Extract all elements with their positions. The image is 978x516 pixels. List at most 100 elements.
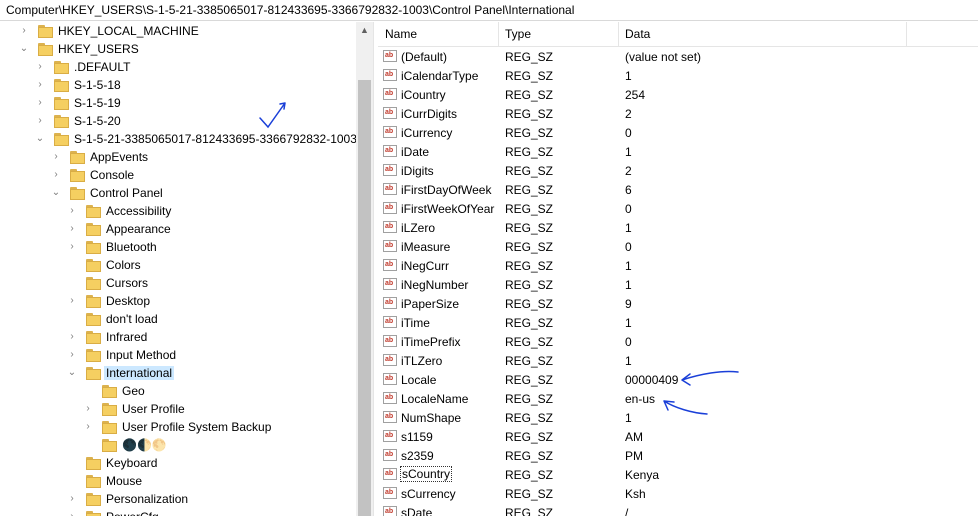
address-bar[interactable]: Computer\HKEY_USERS\S-1-5-21-3385065017-…: [0, 0, 978, 21]
chevron-right-icon[interactable]: ›: [34, 58, 46, 76]
tree-item[interactable]: › Desktop: [0, 292, 356, 310]
tree-item[interactable]: › S-1-5-19: [0, 94, 356, 112]
tree-scrollbar[interactable]: ▲: [356, 22, 373, 516]
chevron-right-icon[interactable]: ›: [34, 76, 46, 94]
tree-item-label: PowerCfg: [106, 510, 159, 516]
chevron-right-icon[interactable]: ›: [66, 292, 78, 310]
value-row[interactable]: ab sCountry REG_SZ Kenya: [378, 465, 978, 484]
tree-item[interactable]: › Bluetooth: [0, 238, 356, 256]
tree-item[interactable]: › AppEvents: [0, 148, 356, 166]
folder-icon: [86, 474, 101, 488]
value-data: 1: [625, 316, 632, 330]
value-row[interactable]: ab iTLZero REG_SZ 1: [378, 351, 978, 370]
folder-icon: [86, 492, 101, 506]
chevron-down-icon[interactable]: ⌄: [34, 130, 46, 148]
tree-item[interactable]: ⌄ HKEY_USERS: [0, 40, 356, 58]
value-name: s2359: [401, 449, 434, 463]
chevron-right-icon[interactable]: ›: [82, 400, 94, 418]
column-header-type[interactable]: Type: [505, 27, 531, 41]
value-row[interactable]: ab iNegCurr REG_SZ 1: [378, 256, 978, 275]
chevron-right-icon[interactable]: ›: [66, 202, 78, 220]
tree-item[interactable]: ⌄ S-1-5-21-3385065017-812433695-336679283…: [0, 130, 356, 148]
value-row[interactable]: ab iCalendarType REG_SZ 1: [378, 66, 978, 85]
tree-item[interactable]: › Console: [0, 166, 356, 184]
chevron-right-icon[interactable]: ›: [66, 220, 78, 238]
value-row[interactable]: ab iTime REG_SZ 1: [378, 313, 978, 332]
value-row[interactable]: ab iDigits REG_SZ 2: [378, 161, 978, 180]
tree-item[interactable]: › User Profile System Backup: [0, 418, 356, 436]
tree-item[interactable]: 🌑🌓🌕: [0, 436, 356, 454]
tree-item[interactable]: › PowerCfg: [0, 508, 356, 516]
tree-item[interactable]: don't load: [0, 310, 356, 328]
value-row[interactable]: ab sCurrency REG_SZ Ksh: [378, 484, 978, 503]
value-name: iFirstDayOfWeek: [401, 183, 492, 197]
tree-item[interactable]: ⌄ International: [0, 364, 356, 382]
tree-item[interactable]: › Personalization: [0, 490, 356, 508]
value-row[interactable]: ab iFirstDayOfWeek REG_SZ 6: [378, 180, 978, 199]
tree-item[interactable]: › User Profile: [0, 400, 356, 418]
value-row[interactable]: ab iCurrency REG_SZ 0: [378, 123, 978, 142]
tree-item[interactable]: › S-1-5-18: [0, 76, 356, 94]
value-row[interactable]: ab Locale REG_SZ 00000409: [378, 370, 978, 389]
tree-item[interactable]: Keyboard: [0, 454, 356, 472]
value-row[interactable]: ab iFirstWeekOfYear REG_SZ 0: [378, 199, 978, 218]
chevron-right-icon[interactable]: ›: [66, 508, 78, 516]
tree-item[interactable]: Mouse: [0, 472, 356, 490]
column-divider[interactable]: [498, 22, 499, 46]
value-row[interactable]: ab iTimePrefix REG_SZ 0: [378, 332, 978, 351]
value-row[interactable]: ab iNegNumber REG_SZ 1: [378, 275, 978, 294]
value-row[interactable]: ab iDate REG_SZ 1: [378, 142, 978, 161]
value-data: 2: [625, 164, 632, 178]
folder-icon: [86, 276, 101, 290]
value-row[interactable]: ab s1159 REG_SZ AM: [378, 427, 978, 446]
tree-item[interactable]: Cursors: [0, 274, 356, 292]
chevron-right-icon[interactable]: ›: [34, 94, 46, 112]
value-name: iNegCurr: [401, 259, 450, 273]
value-row[interactable]: ab iCountry REG_SZ 254: [378, 85, 978, 104]
chevron-down-icon[interactable]: ⌄: [18, 40, 30, 58]
chevron-right-icon[interactable]: ›: [66, 346, 78, 364]
tree-item[interactable]: ⌄ Control Panel: [0, 184, 356, 202]
chevron-right-icon[interactable]: ›: [66, 328, 78, 346]
registry-tree[interactable]: › HKEY_LOCAL_MACHINE ⌄ HKEY_USERS › .DEFAULT ›…: [0, 22, 356, 516]
value-row[interactable]: ab NumShape REG_SZ 1: [378, 408, 978, 427]
column-header-name[interactable]: Name: [385, 27, 417, 41]
chevron-right-icon[interactable]: ›: [50, 166, 62, 184]
string-value-icon: ab: [383, 449, 397, 461]
column-header-data[interactable]: Data: [625, 27, 650, 41]
chevron-right-icon[interactable]: ›: [66, 238, 78, 256]
value-row[interactable]: ab iCurrDigits REG_SZ 2: [378, 104, 978, 123]
tree-item[interactable]: › Accessibility: [0, 202, 356, 220]
folder-icon: [86, 348, 101, 362]
chevron-down-icon[interactable]: ⌄: [50, 184, 62, 202]
chevron-right-icon[interactable]: ›: [34, 112, 46, 130]
chevron-right-icon[interactable]: ›: [50, 148, 62, 166]
scroll-up-arrow-icon[interactable]: ▲: [356, 22, 373, 39]
tree-item[interactable]: › Infrared: [0, 328, 356, 346]
tree-item[interactable]: › Appearance: [0, 220, 356, 238]
tree-item[interactable]: › .DEFAULT: [0, 58, 356, 76]
value-row[interactable]: ab sDate REG_SZ /: [378, 503, 978, 516]
values-list[interactable]: Name Type Data ab (Default) REG_SZ (value n…: [378, 22, 978, 516]
chevron-right-icon[interactable]: ›: [82, 418, 94, 436]
value-row[interactable]: ab s2359 REG_SZ PM: [378, 446, 978, 465]
tree-item[interactable]: Colors: [0, 256, 356, 274]
chevron-right-icon[interactable]: ›: [18, 22, 30, 40]
value-row[interactable]: ab (Default) REG_SZ (value not set): [378, 47, 978, 66]
chevron-right-icon[interactable]: ›: [66, 490, 78, 508]
value-row[interactable]: ab iPaperSize REG_SZ 9: [378, 294, 978, 313]
column-divider[interactable]: [906, 22, 907, 46]
column-divider[interactable]: [618, 22, 619, 46]
value-row[interactable]: ab LocaleName REG_SZ en-us: [378, 389, 978, 408]
scrollbar-thumb[interactable]: [358, 80, 371, 516]
value-type: REG_SZ: [505, 335, 554, 349]
value-type: REG_SZ: [505, 202, 554, 216]
value-name: iNegNumber: [401, 278, 469, 292]
tree-item[interactable]: Geo: [0, 382, 356, 400]
tree-item[interactable]: › S-1-5-20: [0, 112, 356, 130]
chevron-down-icon[interactable]: ⌄: [66, 364, 78, 382]
value-row[interactable]: ab iMeasure REG_SZ 0: [378, 237, 978, 256]
tree-item[interactable]: › HKEY_LOCAL_MACHINE: [0, 22, 356, 40]
value-row[interactable]: ab iLZero REG_SZ 1: [378, 218, 978, 237]
tree-item[interactable]: › Input Method: [0, 346, 356, 364]
